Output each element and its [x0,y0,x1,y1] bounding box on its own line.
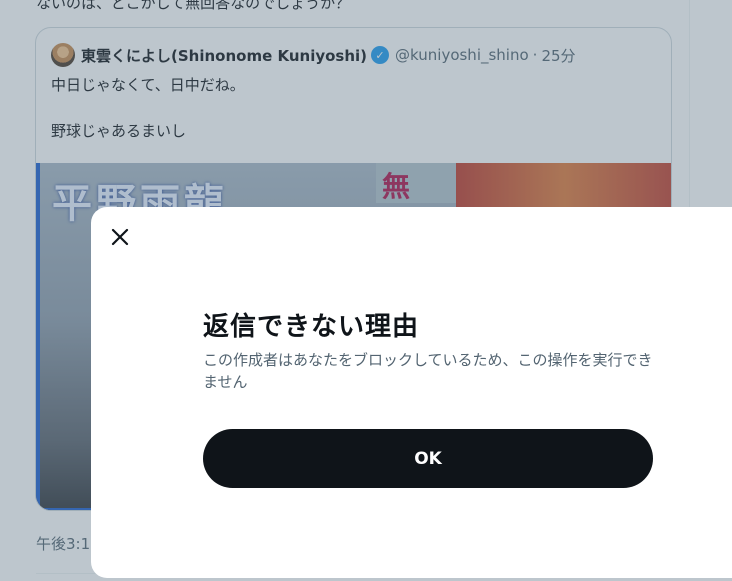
dialog-message: この作成者はあなたをブロックしているため、この操作を実行できません [203,351,653,391]
ok-button[interactable]: OK [203,429,653,488]
dialog-title: 返信できない理由 [203,312,420,342]
close-button[interactable] [103,220,137,254]
close-icon [111,228,129,246]
cannot-reply-dialog: 返信できない理由 この作成者はあなたをブロックしているため、この操作を実行できま… [91,207,732,578]
